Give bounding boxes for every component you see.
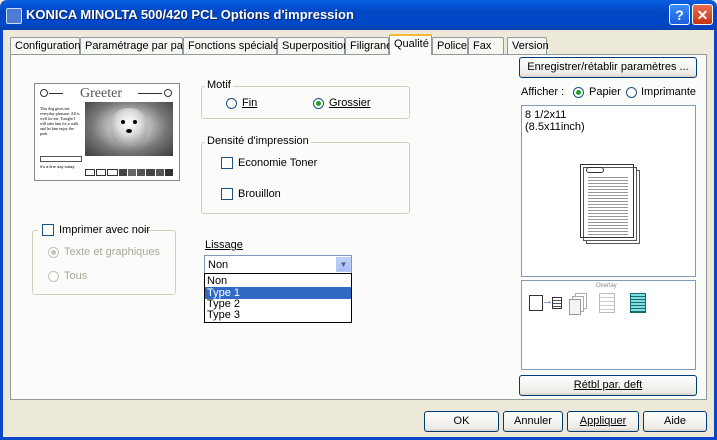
tab-qualite[interactable]: Qualité [389, 34, 432, 55]
motif-fin-text: Fin [242, 97, 258, 109]
motif-fin-radio[interactable] [226, 98, 237, 109]
preview-dot-icon [164, 89, 172, 97]
dog-photo [85, 102, 173, 156]
printer-app-icon [6, 8, 22, 24]
tab-parametrage-par-page[interactable]: Paramétrage par page [80, 37, 195, 54]
economie-toner-checkbox[interactable] [221, 157, 233, 169]
dropdown-arrow-icon[interactable]: ▼ [336, 257, 351, 272]
densite-group [201, 142, 410, 214]
texte-graphiques-label[interactable]: Texte et graphiques [64, 246, 160, 258]
tab-configuration[interactable]: Configuration [10, 37, 80, 54]
motif-fin-label[interactable]: Fin [242, 97, 257, 109]
quality-preview-image: Greeter This dog gives me everyday pleas… [34, 83, 180, 181]
reset-defaults-button[interactable]: Rétbl par. deft [519, 375, 697, 396]
lissage-option[interactable]: Non [205, 275, 351, 287]
lissage-text: Lissage [205, 239, 243, 251]
preview-gradation-strip [85, 169, 173, 176]
paper-stack-icon [580, 164, 640, 244]
tab-version[interactable]: Version [507, 37, 549, 54]
brouillon-checkbox[interactable] [221, 188, 233, 200]
afficher-papier-label[interactable]: Papier [589, 86, 621, 98]
brouillon-label[interactable]: Brouillon [238, 188, 281, 200]
economie-toner-label[interactable]: Economie Toner [238, 157, 317, 169]
window-title: KONICA MINOLTA 500/420 PCL Options d'imp… [26, 7, 354, 22]
tab-police[interactable]: Police [432, 37, 468, 54]
page-icon [552, 297, 562, 309]
tab-fonctions-speciales[interactable]: Fonctions spéciales [183, 37, 285, 54]
tab-filigrane[interactable]: Filigrane [345, 37, 392, 54]
afficher-imprimante-label[interactable]: Imprimante [641, 86, 696, 98]
afficher-papier-radio[interactable] [573, 87, 584, 98]
lissage-select[interactable]: Non ▼ [204, 255, 352, 274]
save-restore-settings-button[interactable]: Enregistrer/rétablir paramètres ... [519, 57, 697, 78]
motif-grossier-radio[interactable] [313, 98, 324, 109]
preview-caption: It's a fine day today [40, 164, 75, 169]
overlay-icon [599, 293, 615, 313]
preview-heading-rule [138, 93, 162, 94]
dog-nose [126, 129, 132, 133]
paper-dims-text: (8.5x11inch) [525, 121, 585, 133]
afficher-imprimante-radio[interactable] [626, 87, 637, 98]
ok-button[interactable]: OK [424, 411, 499, 432]
lissage-dropdown-list: Non Type 1 Type 2 Type 3 [204, 273, 352, 323]
tab-fax[interactable]: Fax [468, 37, 504, 54]
paper-size-text: 8 1/2x11 [525, 109, 567, 121]
close-button[interactable]: ✕ [692, 4, 713, 25]
cancel-button[interactable]: Annuler [503, 411, 563, 432]
help-footer-button[interactable]: Aide [643, 411, 707, 432]
preview-heading-rule [49, 93, 63, 94]
preview-caption-box [40, 156, 82, 162]
overlay-label: Overlay [596, 283, 617, 289]
afficher-label: Afficher : [521, 86, 565, 98]
imprimer-noir-label[interactable]: Imprimer avec noir [59, 224, 150, 236]
copies-icon [569, 293, 587, 315]
motif-grossier-label[interactable]: Grossier [329, 97, 371, 109]
lissage-option[interactable]: Type 3 [205, 309, 351, 321]
dog-eye [121, 120, 125, 124]
texte-graphiques-radio[interactable] [48, 247, 59, 258]
dog-eye [133, 120, 137, 124]
lissage-label: Lissage [205, 239, 243, 251]
lissage-selected-value: Non [208, 259, 229, 271]
motif-grossier-text: Grossier [329, 97, 371, 109]
help-button[interactable]: ? [669, 4, 690, 25]
document-icon [529, 295, 543, 311]
tous-radio[interactable] [48, 271, 59, 282]
dog-face [111, 108, 147, 146]
imprimer-noir-checkbox[interactable] [42, 224, 54, 236]
apply-text: Appliquer [579, 415, 627, 427]
apply-button[interactable]: Appliquer [567, 411, 639, 432]
tab-superposition[interactable]: Superposition [277, 37, 349, 54]
imprimer-noir-group [32, 230, 176, 295]
densite-group-title: Densité d'impression [205, 135, 311, 147]
preview-body-text: This dog gives me everyday pleasure. All… [40, 106, 80, 136]
preview-heading: Greeter [80, 86, 122, 101]
preview-heading-bar: Greeter [38, 86, 176, 101]
paper-preview-box: 8 1/2x11 (8.5x11inch) [521, 105, 696, 277]
tous-label[interactable]: Tous [64, 270, 87, 282]
preview-dot-icon [40, 89, 48, 97]
reset-defaults-text: Rétbl par. deft [573, 379, 643, 391]
features-preview-box: → Overlay [521, 280, 696, 370]
watermark-icon [630, 293, 646, 313]
motif-group-title: Motif [205, 79, 233, 91]
